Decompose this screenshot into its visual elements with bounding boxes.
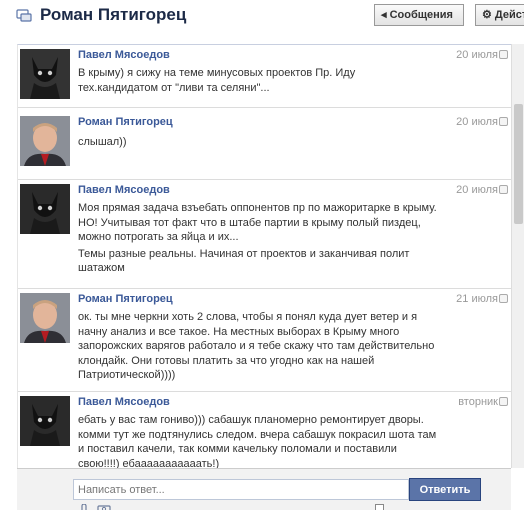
message-time: 20 июля	[456, 49, 498, 61]
message-item: Роман Пятигорец 20 июля слышал))	[18, 108, 511, 180]
back-to-messages-button[interactable]: ◂ Сообщения	[374, 4, 464, 26]
reply-send-button[interactable]: Ответить	[409, 478, 481, 501]
message-body: слышал))	[78, 135, 438, 152]
message-item: Павел Мясоедов 20 июля В крыму) я сижу н…	[18, 45, 511, 108]
message-time: 21 июля	[456, 293, 498, 305]
man-portrait-avatar[interactable]	[20, 293, 70, 343]
message-body: Моя прямая задача взъебать оппонентов пр…	[78, 201, 438, 278]
camera-icon[interactable]	[97, 504, 111, 510]
message-text: ебать у вас там гониво))) сабашук планом…	[78, 414, 437, 468]
message-thread: Павел Мясоедов 20 июля В крыму) я сижу н…	[17, 44, 511, 468]
black-cat-avatar[interactable]	[20, 49, 70, 99]
message-text: Моя прямая задача взъебать оппонентов пр…	[78, 202, 437, 243]
message-text: слышал))	[78, 136, 127, 148]
message-select-checkbox[interactable]	[499, 117, 508, 126]
message-select-checkbox[interactable]	[499, 294, 508, 303]
black-cat-avatar[interactable]	[20, 184, 70, 234]
message-time: 20 июля	[456, 116, 498, 128]
thread-scrollbar[interactable]	[511, 44, 524, 468]
reply-composer: Ответить	[17, 468, 511, 510]
quick-reply-checkbox[interactable]	[375, 504, 384, 510]
message-item: Павел Мясоедов вторник ебать у вас там г…	[18, 392, 511, 468]
message-body: ебать у вас там гониво))) сабашук планом…	[78, 413, 438, 468]
message-item: Роман Пятигорец 21 июля ок. ты мне черкн…	[18, 289, 511, 392]
message-select-checkbox[interactable]	[499, 397, 508, 406]
messages-icon	[16, 9, 32, 22]
message-text: В крыму) я сижу на теме минусовых проект…	[78, 67, 356, 94]
message-time: 20 июля	[456, 184, 498, 196]
message-select-checkbox[interactable]	[499, 185, 508, 194]
man-portrait-avatar[interactable]	[20, 116, 70, 166]
message-body: ок. ты мне черкни хоть 2 слова, чтобы я …	[78, 310, 438, 385]
message-time: вторник	[458, 396, 498, 408]
message-author[interactable]: Павел Мясоедов	[78, 184, 170, 196]
conversation-header: Роман Пятигорец ◂ Сообщения ⚙ Действ	[0, 0, 524, 36]
message-body: В крыму) я сижу на теме минусовых проект…	[78, 66, 438, 97]
conversation-title: Роман Пятигорец	[40, 5, 187, 24]
message-select-checkbox[interactable]	[499, 50, 508, 59]
message-author[interactable]: Роман Пятигорец	[78, 116, 173, 128]
black-cat-avatar[interactable]	[20, 396, 70, 446]
actions-button[interactable]: ⚙ Действ	[475, 4, 524, 26]
message-text: Темы разные реальны. Начиная от проектов…	[78, 247, 410, 275]
message-text: ок. ты мне черкни хоть 2 слова, чтобы я …	[78, 311, 435, 381]
message-author[interactable]: Павел Мясоедов	[78, 396, 170, 408]
message-author[interactable]: Роман Пятигорец	[78, 293, 173, 305]
message-author[interactable]: Павел Мясоедов	[78, 49, 170, 61]
message-item: Павел Мясоедов 20 июля Моя прямая задача…	[18, 180, 511, 289]
attach-file-icon[interactable]	[79, 504, 89, 510]
reply-input[interactable]	[73, 479, 409, 500]
scrollbar-thumb[interactable]	[514, 104, 523, 224]
